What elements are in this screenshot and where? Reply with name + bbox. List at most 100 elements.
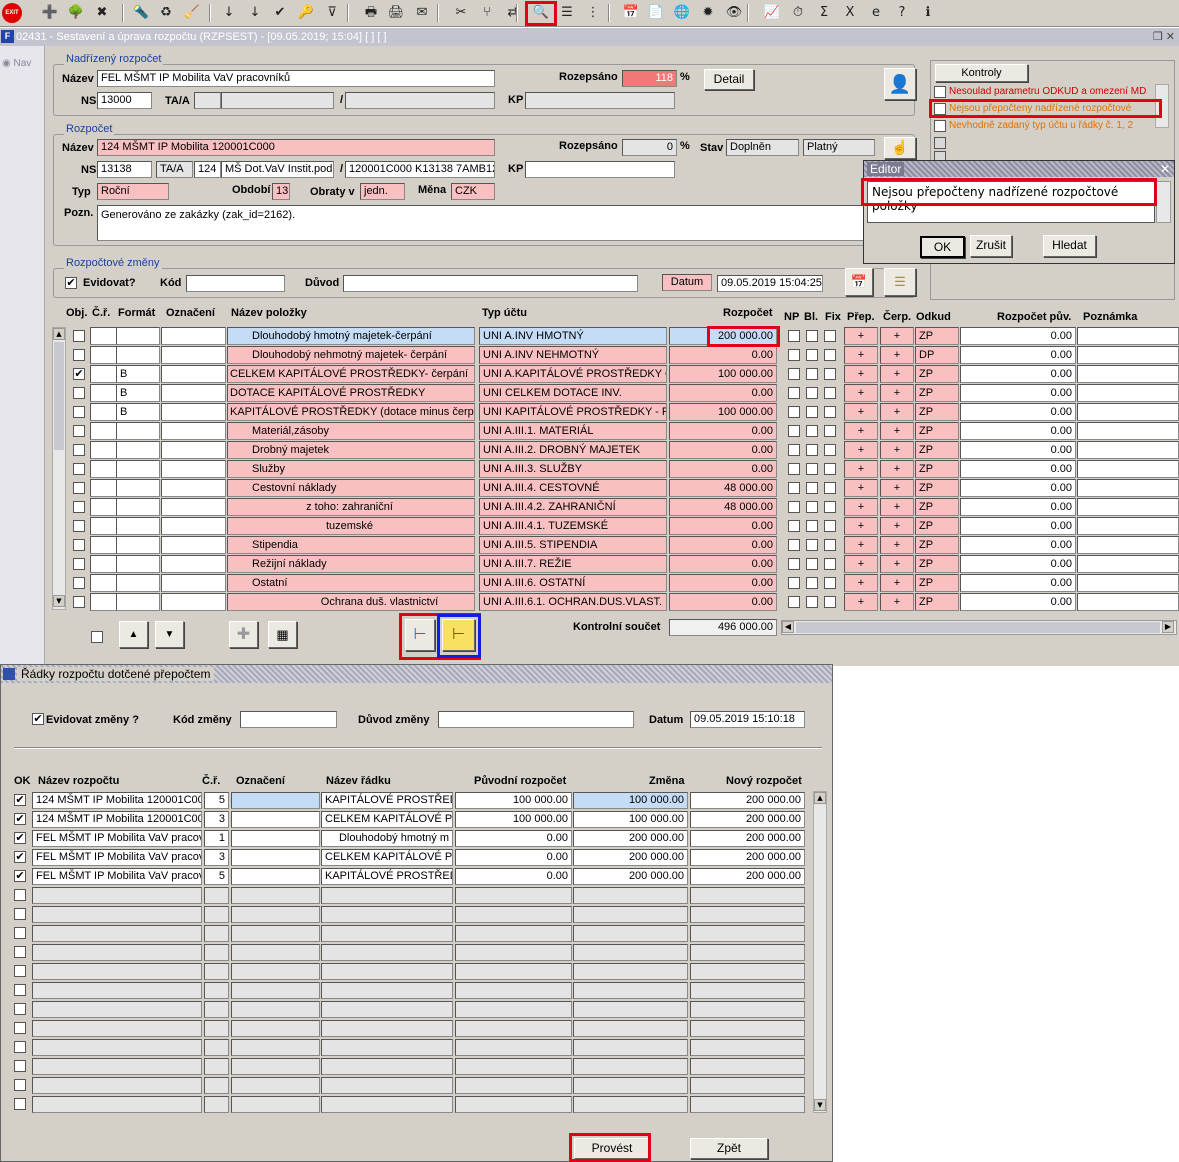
row-designation[interactable] xyxy=(161,441,226,459)
row-prep-button[interactable]: + xyxy=(844,498,878,516)
row-bl-checkbox[interactable] xyxy=(806,558,818,570)
row-fix-checkbox[interactable] xyxy=(824,577,836,589)
dialog-row-line-name[interactable] xyxy=(321,1039,453,1056)
dialog-evidovat-checkbox[interactable]: ✔ xyxy=(32,713,44,725)
dialog-row-ok-checkbox[interactable] xyxy=(14,946,26,958)
dialog-row-budget-name[interactable]: 124 MŠMT IP Mobilita 120001C000 xyxy=(32,811,202,828)
budget-written-field[interactable]: 0 xyxy=(622,139,677,156)
row-item-name[interactable]: Dlouhodobý nehmotný majetek- čerpání xyxy=(227,346,475,364)
row-account-type[interactable]: UNI A.III.6.1. OCHRAN.DUS.VLAST. xyxy=(479,593,667,611)
dialog-row-original[interactable] xyxy=(455,1077,572,1094)
row-bl-checkbox[interactable] xyxy=(806,539,818,551)
row-cerp-button[interactable]: + xyxy=(880,479,914,497)
dialog-row-line-name[interactable] xyxy=(321,982,453,999)
dialog-row-new[interactable] xyxy=(690,1096,805,1113)
editor-text-area[interactable]: Nejsou přepočteny nadřízené rozpočtové p… xyxy=(867,181,1155,223)
dialog-row-change[interactable] xyxy=(573,1058,688,1075)
dialog-row-ok-checkbox[interactable]: ✔ xyxy=(14,794,26,806)
dialog-row-number[interactable] xyxy=(204,982,229,999)
ie-icon[interactable]: e xyxy=(866,3,886,23)
dialog-row-budget-name[interactable] xyxy=(32,1058,202,1075)
dialog-row-change[interactable] xyxy=(573,1077,688,1094)
dialog-row-line-name[interactable] xyxy=(321,944,453,961)
dialog-row-new[interactable] xyxy=(690,1058,805,1075)
row-format[interactable] xyxy=(116,479,160,497)
delete-record-icon[interactable]: ✖ xyxy=(92,3,112,23)
dialog-scrollbar[interactable] xyxy=(813,791,827,1113)
row-budget[interactable]: 0.00 xyxy=(669,441,777,459)
dialog-row-new[interactable] xyxy=(690,887,805,904)
dialog-row-change[interactable] xyxy=(573,1001,688,1018)
dialog-row-original[interactable]: 0.00 xyxy=(455,830,572,847)
row-prep-button[interactable]: + xyxy=(844,403,878,421)
row-source[interactable]: ZP xyxy=(915,422,959,440)
change-reason-field[interactable] xyxy=(343,275,638,292)
row-item-name[interactable]: Služby xyxy=(227,460,475,478)
row-bl-checkbox[interactable] xyxy=(806,387,818,399)
row-account-type[interactable]: UNI A.III.1. MATERIÁL xyxy=(479,422,667,440)
row-source[interactable]: ZP xyxy=(915,479,959,497)
row-bl-checkbox[interactable] xyxy=(806,425,818,437)
dialog-row-number[interactable]: 1 xyxy=(204,830,229,847)
eye-icon[interactable]: 👁 xyxy=(724,3,744,23)
row-format[interactable] xyxy=(116,441,160,459)
tree-expand-icon[interactable]: ⊢ xyxy=(405,619,435,651)
scroll-right-icon[interactable]: ▶ xyxy=(1162,621,1174,633)
row-fix-checkbox[interactable] xyxy=(824,463,836,475)
row-budget[interactable]: 200 000.00 xyxy=(669,327,777,345)
list-edit-icon[interactable]: ☰ xyxy=(884,268,916,296)
row-np-checkbox[interactable] xyxy=(788,577,800,589)
dialog-row-change[interactable]: 200 000.00 xyxy=(573,849,688,866)
dialog-row-original[interactable] xyxy=(455,963,572,980)
row-item-name[interactable]: Stipendia xyxy=(227,536,475,554)
row-original-budget[interactable]: 0.00 xyxy=(960,384,1076,402)
row-original-budget[interactable]: 0.00 xyxy=(960,517,1076,535)
dialog-row-budget-name[interactable] xyxy=(32,963,202,980)
status-field-1[interactable]: Doplněn xyxy=(726,139,799,156)
row-prep-button[interactable]: + xyxy=(844,365,878,383)
row-note[interactable] xyxy=(1077,479,1179,497)
dialog-row-new[interactable]: 200 000.00 xyxy=(690,830,805,847)
editor-ok-button[interactable]: OK xyxy=(920,236,965,258)
row-np-checkbox[interactable] xyxy=(788,349,800,361)
row-fix-checkbox[interactable] xyxy=(824,425,836,437)
person-icon[interactable]: 👤 xyxy=(884,68,916,100)
dialog-row-change[interactable] xyxy=(573,925,688,942)
row-designation[interactable] xyxy=(161,460,226,478)
row-cerp-button[interactable]: + xyxy=(880,498,914,516)
row-obj-checkbox[interactable] xyxy=(73,501,85,513)
dialog-row-original[interactable]: 100 000.00 xyxy=(455,811,572,828)
row-account-type[interactable]: UNI CELKEM DOTACE INV. xyxy=(479,384,667,402)
dialog-row-number[interactable] xyxy=(204,1096,229,1113)
row-fix-checkbox[interactable] xyxy=(824,330,836,342)
dialog-row-change[interactable] xyxy=(573,1020,688,1037)
row-cerp-button[interactable]: + xyxy=(880,460,914,478)
row-bl-checkbox[interactable] xyxy=(806,330,818,342)
row-source[interactable]: ZP xyxy=(915,555,959,573)
row-item-name[interactable]: Režijní náklady xyxy=(227,555,475,573)
dialog-row-designation[interactable] xyxy=(231,868,320,885)
move-up-icon[interactable]: ▲ xyxy=(119,621,148,648)
row-source[interactable]: ZP xyxy=(915,536,959,554)
row-note[interactable] xyxy=(1077,422,1179,440)
row-format[interactable]: B xyxy=(116,403,160,421)
row-original-budget[interactable]: 0.00 xyxy=(960,555,1076,573)
row-note[interactable] xyxy=(1077,517,1179,535)
grid-scroll-thumb[interactable] xyxy=(54,342,64,450)
turnover-field[interactable]: jedn. xyxy=(360,183,405,200)
dialog-row-new[interactable] xyxy=(690,982,805,999)
parent-code-field[interactable] xyxy=(345,92,495,109)
row-item-name[interactable]: CELKEM KAPITÁLOVÉ PROSTŘEDKY- čerpání xyxy=(227,365,475,383)
dialog-row-new[interactable]: 200 000.00 xyxy=(690,868,805,885)
row-bl-checkbox[interactable] xyxy=(806,520,818,532)
row-note[interactable] xyxy=(1077,536,1179,554)
dialog-code-field[interactable] xyxy=(240,711,337,728)
row-budget[interactable]: 0.00 xyxy=(669,536,777,554)
control-item-checkbox[interactable] xyxy=(934,120,946,132)
row-bl-checkbox[interactable] xyxy=(806,482,818,494)
budget-code-field[interactable]: 120001C000 K13138 7AMB12 xyxy=(345,161,495,178)
dialog-row-line-name[interactable]: CELKEM KAPITÁLOVÉ PRO xyxy=(321,811,453,828)
dialog-row-designation[interactable] xyxy=(231,830,320,847)
dialog-row-original[interactable] xyxy=(455,887,572,904)
budget-name-field[interactable]: 124 MŠMT IP Mobilita 120001C000 xyxy=(97,139,495,156)
